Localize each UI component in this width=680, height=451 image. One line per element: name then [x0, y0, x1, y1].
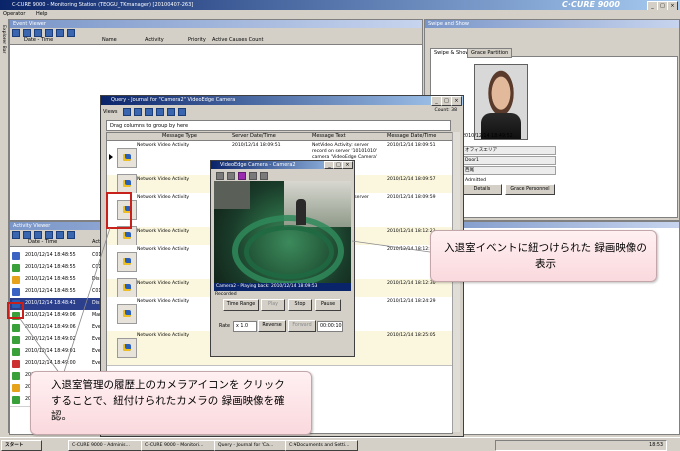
task-ccure-admin[interactable]: C-CURE 9000 - Adminis... — [68, 440, 143, 451]
task-documents-folder[interactable]: C:¥Documents and Setti... — [285, 440, 358, 451]
callout-right-connector — [351, 240, 431, 253]
callout-left-connector-1 — [63, 227, 111, 373]
callout-left-connector-2 — [17, 315, 61, 375]
task-query-journal[interactable]: Query - Journal for 'Ca... — [214, 440, 287, 451]
taskbar: スタート C-CURE 9000 - Adminis... C-CURE 900… — [0, 437, 680, 451]
callout-right: 入退室イベントに紐つけられた 録画映像の表示 — [430, 230, 657, 282]
task-ccure-monitor[interactable]: C-CURE 9000 - Monitori... — [141, 440, 216, 451]
activity-camera-highlight — [7, 302, 24, 319]
callout-left-text: 入退室管理の履歴上のカメラアイコンを クリックすることで、紐付けられたカメラの … — [51, 379, 285, 422]
tray-clock: 18:53 — [649, 443, 663, 448]
start-button[interactable]: スタート — [1, 440, 42, 451]
callout-left: 入退室管理の履歴上のカメラアイコンを クリックすることで、紐付けられたカメラの … — [30, 371, 312, 435]
system-tray: 18:53 — [495, 440, 667, 451]
callout-right-text: 入退室イベントに紐つけられた 録画映像の表示 — [444, 242, 647, 270]
